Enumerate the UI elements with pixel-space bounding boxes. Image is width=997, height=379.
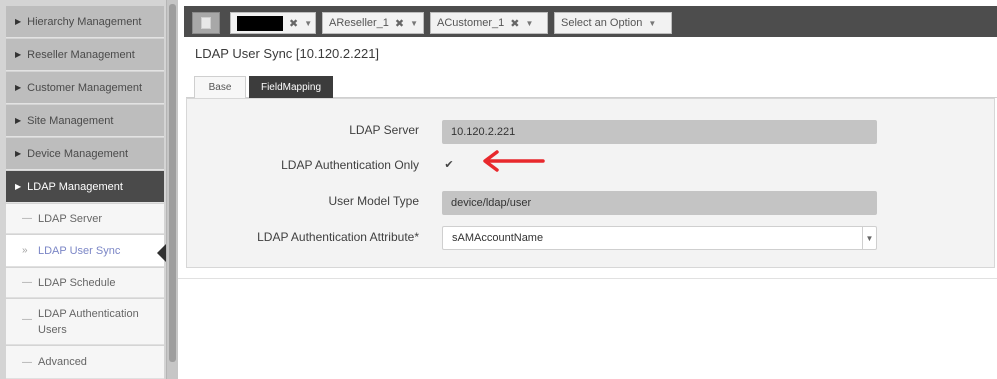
submenu-ldap-schedule[interactable]: — LDAP Schedule <box>6 268 164 298</box>
auth-attr-select[interactable]: sAMAccountName ▼ <box>442 226 877 250</box>
expand-triangle-icon: ▶ <box>15 17 22 26</box>
provider-chip[interactable]: ✖ ▼ <box>230 12 316 34</box>
submenu-ldap-user-sync[interactable]: » LDAP User Sync <box>6 235 166 267</box>
scrollbar-thumb[interactable] <box>169 4 176 362</box>
chevron-down-icon[interactable]: ▼ <box>410 19 418 28</box>
chevron-down-icon[interactable]: ▼ <box>525 19 533 28</box>
submenu-advanced[interactable]: — Advanced <box>6 346 164 379</box>
menu-reseller-management[interactable]: ▶ Reseller Management <box>6 39 164 71</box>
chip-label: ACustomer_1 <box>437 17 505 29</box>
submenu-label: Advanced <box>38 356 87 368</box>
menu-label: Customer Management <box>27 81 143 94</box>
chevron-down-icon[interactable]: ▼ <box>648 19 656 28</box>
page-title: LDAP User Sync [10.120.2.221] <box>195 46 380 61</box>
menu-ldap-management[interactable]: ▶ LDAP Management <box>6 171 164 203</box>
form-panel: LDAP Server 10.120.2.221 LDAP Authentica… <box>186 98 995 268</box>
ldap-server-field: 10.120.2.221 <box>442 120 877 144</box>
document-icon <box>201 17 211 29</box>
menu-label: Device Management <box>27 147 129 160</box>
user-model-field: device/ldap/user <box>442 191 877 215</box>
context-toolbar: ✖ ▼ AReseller_1 ✖ ▼ ACustomer_1 ✖ ▼ Sele… <box>178 0 997 41</box>
chevron-down-icon[interactable]: ▼ <box>862 227 876 249</box>
tab-bar: Base FieldMapping <box>186 68 997 98</box>
submenu-label: LDAP User Sync <box>38 245 121 257</box>
close-icon[interactable]: ✖ <box>395 17 404 30</box>
site-select[interactable]: Select an Option ▼ <box>554 12 672 34</box>
expand-triangle-icon: ▶ <box>15 182 22 191</box>
reseller-chip[interactable]: AReseller_1 ✖ ▼ <box>322 12 424 34</box>
menu-customer-management[interactable]: ▶ Customer Management <box>6 72 164 104</box>
chip-label: AReseller_1 <box>329 17 389 29</box>
sidebar: ▶ Hierarchy Management ▶ Reseller Manage… <box>0 0 178 379</box>
context-toolbar-inner: ✖ ▼ AReseller_1 ✖ ▼ ACustomer_1 ✖ ▼ Sele… <box>184 6 997 37</box>
redacted-text <box>237 15 283 31</box>
submenu-label: LDAP Schedule <box>38 277 116 289</box>
auth-only-checkbox[interactable]: ✔ <box>443 158 455 171</box>
submenu-ldap-server[interactable]: — LDAP Server <box>6 204 164 234</box>
chevron-down-icon[interactable]: ▼ <box>304 19 312 28</box>
expand-triangle-icon: ▶ <box>15 83 22 92</box>
tree-branch-icon: — <box>22 213 32 224</box>
active-pointer-icon <box>157 244 166 262</box>
red-arrow-annotation <box>483 150 545 172</box>
close-icon[interactable]: ✖ <box>510 17 519 30</box>
expand-triangle-icon: ▶ <box>15 50 22 59</box>
tree-branch-icon: — <box>22 314 32 325</box>
expand-triangle-icon: ▶ <box>15 116 22 125</box>
tab-base[interactable]: Base <box>194 76 246 98</box>
menu-hierarchy-management[interactable]: ▶ Hierarchy Management <box>6 6 164 38</box>
menu-device-management[interactable]: ▶ Device Management <box>6 138 164 170</box>
tree-branch-icon: — <box>22 277 32 288</box>
tab-fieldmapping[interactable]: FieldMapping <box>249 76 333 98</box>
menu-label: Site Management <box>27 114 114 127</box>
menu-label: Hierarchy Management <box>27 15 142 28</box>
tree-arrow-icon: » <box>22 245 28 256</box>
submenu-label: LDAP Authentication Users <box>38 308 139 336</box>
user-model-label: User Model Type <box>328 194 420 208</box>
customer-chip[interactable]: ACustomer_1 ✖ ▼ <box>430 12 548 34</box>
auth-only-label: LDAP Authentication Only <box>281 158 419 172</box>
menu-site-management[interactable]: ▶ Site Management <box>6 105 164 137</box>
submenu-label: LDAP Server <box>38 213 102 225</box>
submenu-ldap-authentication-users[interactable]: — LDAP Authentication Users <box>6 299 164 345</box>
divider <box>178 278 997 279</box>
menu-label: LDAP Management <box>27 180 123 193</box>
ldap-server-label: LDAP Server <box>349 123 419 137</box>
menu-label: Reseller Management <box>27 48 135 61</box>
user-model-value: device/ldap/user <box>451 197 532 209</box>
tree-branch-icon: — <box>22 357 32 368</box>
close-icon[interactable]: ✖ <box>289 17 298 30</box>
sidebar-scrollbar[interactable] <box>166 0 178 379</box>
auth-attr-value: sAMAccountName <box>452 232 544 244</box>
ldap-server-value: 10.120.2.221 <box>451 126 516 138</box>
auth-attr-label: LDAP Authentication Attribute* <box>257 230 419 244</box>
chip-label: Select an Option <box>561 17 643 29</box>
expand-triangle-icon: ▶ <box>15 149 22 158</box>
document-button[interactable] <box>192 12 220 34</box>
